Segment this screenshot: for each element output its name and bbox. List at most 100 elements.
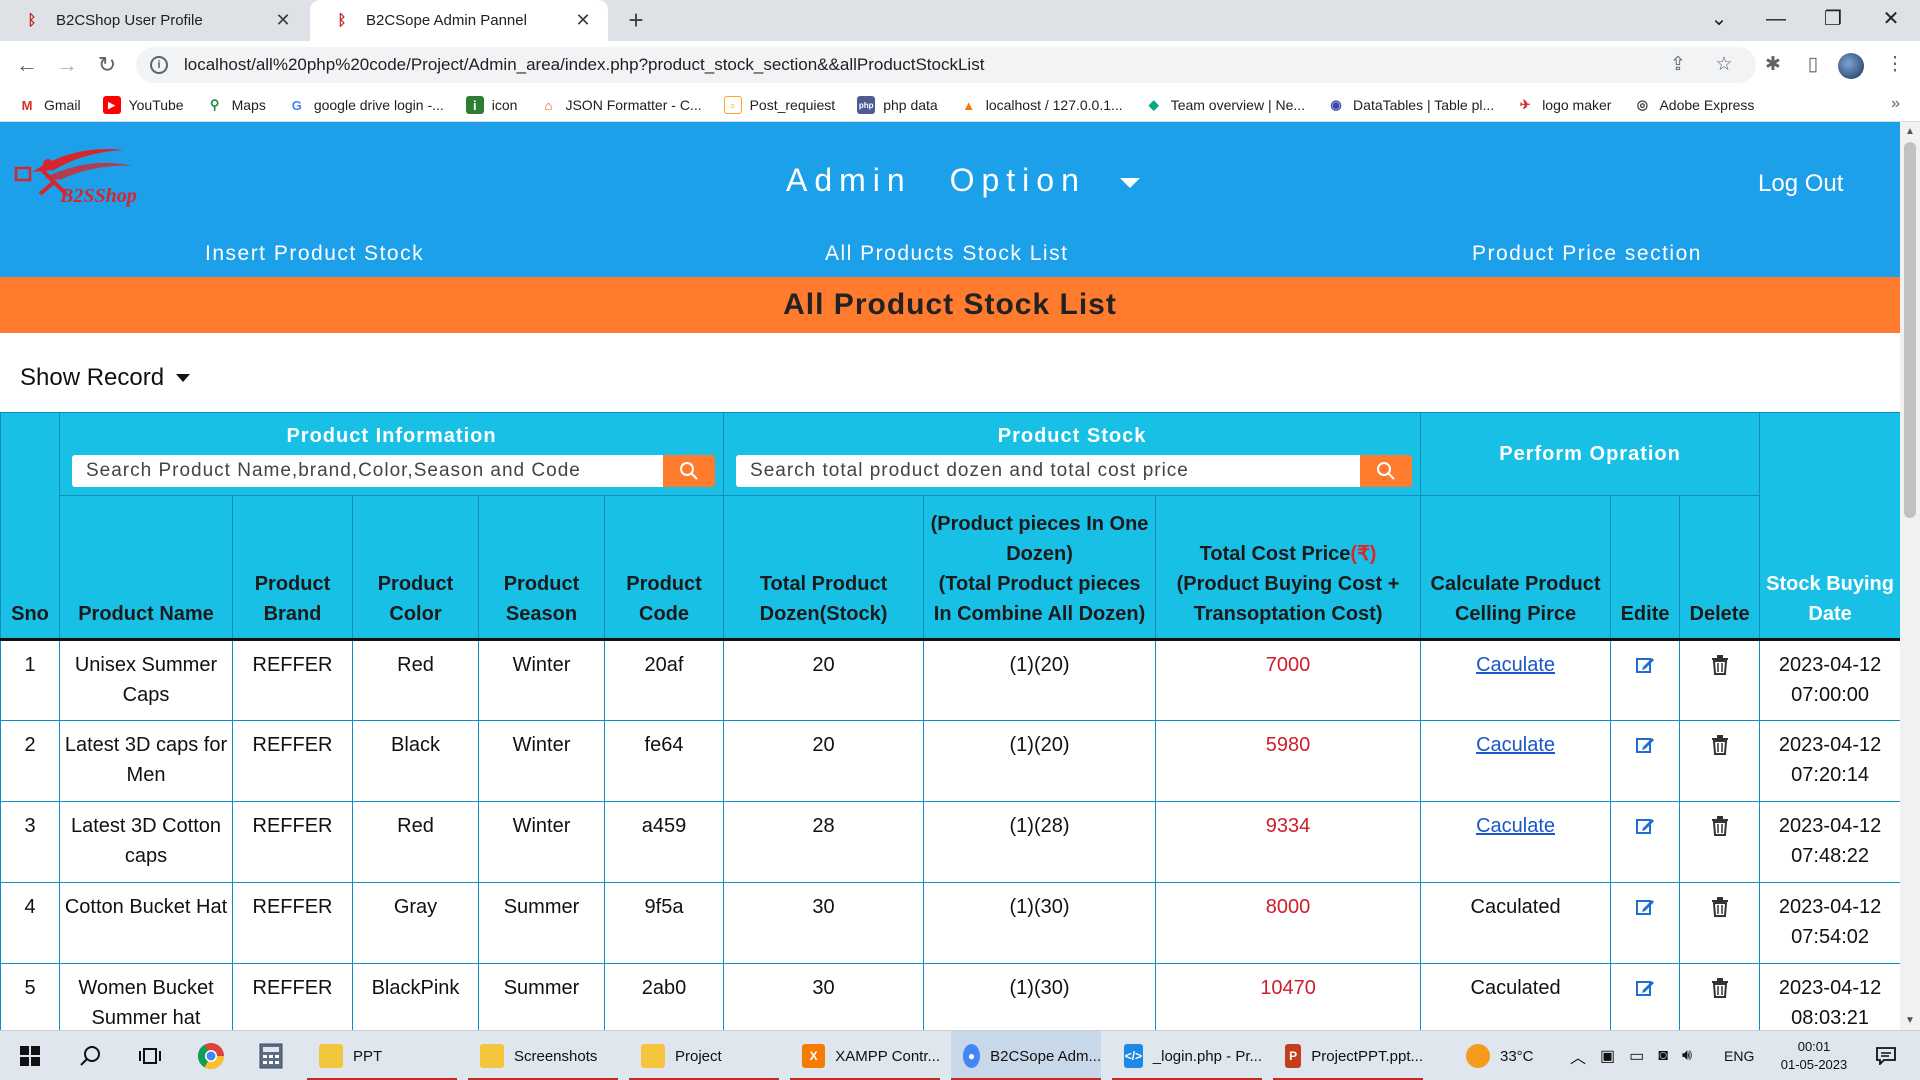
forward-arrow-icon[interactable]: → [52,50,82,80]
cell-code: a459 [603,801,725,883]
bookmark-maps[interactable]: ⚲ Maps [206,96,266,114]
cell-sno: 4 [0,882,60,964]
bookmark-post-request[interactable]: ▫ Post_requiest [723,96,835,114]
bookmark-google-drive[interactable]: Ggoogle drive login -... [288,96,444,114]
notification-icon[interactable] [1868,1039,1904,1073]
share-icon[interactable]: ⇪ [1664,51,1692,79]
header-total-cost: Total Cost Price(₹) (Product Buying Cost… [1155,495,1422,640]
scroll-thumb[interactable] [1904,142,1916,518]
windows-start-icon[interactable] [12,1039,48,1073]
json-formatter-icon: ⌂ [544,97,553,113]
cell-color: Gray [352,882,479,964]
taskbar-app-powerpoint[interactable]: P ProjectPPT.ppt... [1273,1031,1423,1080]
taskbar-app-ppt[interactable]: PPT [307,1031,457,1080]
nav-all-products-stock-list[interactable]: All Products Stock List [825,242,1068,266]
calculate-link[interactable]: Caculate [1476,815,1555,837]
page-scrollbar[interactable]: ▲ ▼ [1900,122,1920,1030]
cell-delete [1679,882,1761,964]
cell-dozen: 28 [723,801,925,883]
bookmark-gmail[interactable]: M Gmail [18,96,81,114]
bookmark-logo-maker[interactable]: ✈ logo maker [1516,96,1612,114]
tray-clock[interactable]: 00:01 01-05-2023 [1768,1031,1860,1080]
bookmark-team-overview[interactable]: ◆ Team overview | Ne... [1145,96,1305,114]
cell-brand: REFFER [232,720,353,802]
taskbar-app-vscode[interactable]: </> _login.php - Pr... [1112,1031,1262,1080]
adobe-express-icon: ◎ [1636,97,1649,112]
bookmark-youtube[interactable]: ▶ YouTube [102,96,184,114]
tray-webcam-icon[interactable]: ◙ [1658,1047,1668,1065]
product-stock-search-button[interactable] [1360,455,1413,487]
cell-calc: Caculate [1420,720,1612,802]
tab-admin-panel[interactable]: ᛒ B2CSope Admin Pannel ✕ [310,0,608,41]
edit-icon[interactable] [1635,654,1655,684]
task-view-icon[interactable] [132,1039,168,1073]
sun-icon [1466,1044,1490,1068]
calculate-link[interactable]: Caculate [1476,654,1555,676]
chrome-icon[interactable] [193,1039,229,1073]
search-icon[interactable] [72,1039,108,1073]
product-stock-search-input[interactable]: Search total product dozen and total cos… [736,455,1361,487]
admin-option-dropdown[interactable]: Admin Option [786,162,1086,199]
table-row: 2 Latest 3D caps for Men REFFER Black Wi… [0,720,1900,802]
edit-icon[interactable] [1635,815,1655,845]
calculate-link[interactable]: Caculate [1476,734,1555,756]
admin-option-caret-icon[interactable] [1120,178,1140,188]
calculator-icon[interactable] [253,1039,289,1073]
logout-link[interactable]: Log Out [1758,170,1843,198]
bookmark-icon[interactable]: i icon [465,96,517,114]
edit-icon[interactable] [1635,734,1655,764]
tray-volume-icon[interactable]: 🔊︎ [1682,1047,1692,1065]
bookmark-adobe-express[interactable]: ◎ Adobe Express [1633,96,1755,114]
show-record-dropdown[interactable]: Show Record [20,364,191,392]
page-content: B2SShop Admin Option Log Out Insert Prod… [0,122,1900,1030]
tray-chevron-up-icon[interactable]: ︿ [1570,1044,1586,1068]
tray-network-icon[interactable]: ▣ [1600,1046,1615,1066]
taskbar-app-screenshots[interactable]: Screenshots [468,1031,618,1080]
product-info-search: Search Product Name,brand,Color,Season a… [72,455,716,487]
back-arrow-icon[interactable]: ← [12,50,42,80]
nav-insert-product-stock[interactable]: Insert Product Stock [205,242,424,266]
trash-icon[interactable] [1711,977,1729,1007]
trash-icon[interactable] [1711,734,1729,764]
reload-icon[interactable]: ↻ [92,50,122,80]
side-panel-icon[interactable]: ▯ [1798,50,1828,80]
nav-product-price-section[interactable]: Product Price section [1472,242,1702,266]
trash-icon[interactable] [1711,896,1729,926]
product-info-search-button[interactable] [663,455,716,487]
trash-icon[interactable] [1711,654,1729,684]
tray-language[interactable]: ENG [1724,1031,1754,1080]
edit-icon[interactable] [1635,896,1655,926]
taskbar-app-project[interactable]: Project [629,1031,779,1080]
scroll-up-arrow-icon[interactable]: ▲ [1900,126,1920,137]
bookmark-localhost[interactable]: ▲ localhost / 127.0.0.1... [960,96,1122,114]
close-icon[interactable]: ✕ [572,10,594,31]
new-tab-plus-icon[interactable]: + [622,6,650,34]
tab-search-chevron-icon[interactable]: ⌄ [1690,0,1748,41]
extensions-puzzle-icon[interactable]: ✱ [1758,50,1788,80]
tab-user-profile[interactable]: ᛒ B2CShop User Profile ✕ [0,0,308,41]
cell-brand: REFFER [232,963,353,1030]
window-close-icon[interactable]: ✕ [1862,0,1920,41]
profile-avatar[interactable] [1838,53,1864,79]
product-info-search-input[interactable]: Search Product Name,brand,Color,Season a… [72,455,664,487]
more-bookmarks-icon[interactable]: » [1891,95,1900,113]
trash-icon[interactable] [1711,815,1729,845]
taskbar-app-xampp[interactable]: X XAMPP Contr... [790,1031,940,1080]
cell-edit [1610,882,1681,964]
url-bar[interactable]: i localhost/all%20php%20code/Project/Adm… [136,47,1756,83]
bookmark-star-icon[interactable]: ☆ [1710,51,1738,79]
menu-kebab-icon[interactable]: ⋮ [1880,50,1910,80]
taskbar-app-chrome-admin[interactable]: ● B2CSope Adm... [951,1031,1101,1080]
cell-brand: REFFER [232,882,353,964]
scroll-down-arrow-icon[interactable]: ▼ [1900,1015,1920,1026]
minimize-icon[interactable]: — [1747,0,1805,41]
bookmark-php-data[interactable]: php php data [857,96,938,114]
edit-icon[interactable] [1635,977,1655,1007]
site-info-icon[interactable]: i [150,56,168,74]
bookmark-json-formatter[interactable]: ⌂ JSON Formatter - C... [539,96,702,114]
restore-icon[interactable]: ❐ [1804,0,1862,41]
bookmark-datatables[interactable]: ◉ DataTables | Table pl... [1327,96,1494,114]
weather-widget[interactable]: 33°C [1466,1031,1534,1080]
close-icon[interactable]: ✕ [272,10,294,31]
tray-battery-icon[interactable]: ▭ [1629,1046,1644,1066]
